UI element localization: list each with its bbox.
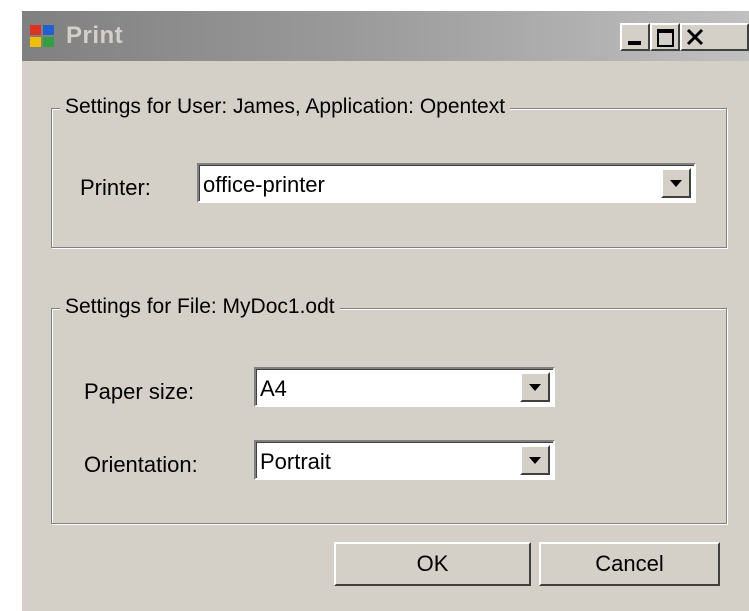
maximize-icon: [657, 29, 674, 47]
ok-button[interactable]: OK: [334, 542, 531, 586]
user-settings-legend: Settings for User: James, Application: O…: [60, 95, 511, 119]
print-dialog: Print Settings for User: James, Applicat…: [22, 11, 749, 611]
title-bar[interactable]: Print: [22, 11, 749, 61]
paper-size-select-value: A4: [260, 376, 287, 401]
chevron-down-icon: [529, 384, 541, 391]
file-settings-group: Settings for File: MyDoc1.odt: [51, 295, 727, 524]
paper-size-label: Paper size:: [84, 379, 195, 404]
printer-label: Printer:: [80, 175, 151, 200]
app-window-icon: [30, 25, 56, 49]
cancel-button[interactable]: Cancel: [539, 542, 720, 586]
paper-size-select[interactable]: A4: [254, 367, 555, 407]
chevron-down-icon: [529, 457, 541, 464]
file-settings-legend: Settings for File: MyDoc1.odt: [60, 295, 340, 319]
maximize-button[interactable]: [650, 23, 680, 51]
orientation-select[interactable]: Portrait: [254, 440, 555, 480]
orientation-select-value: Portrait: [260, 449, 331, 474]
chevron-down-icon: [670, 180, 682, 187]
minimize-button[interactable]: [620, 23, 650, 51]
orientation-label: Orientation:: [84, 452, 198, 477]
printer-select-value: office-printer: [203, 172, 325, 197]
minimize-icon: [628, 41, 641, 45]
printer-select[interactable]: office-printer: [197, 163, 696, 203]
window-title: Print: [66, 22, 124, 49]
close-icon: [686, 28, 704, 46]
printer-dropdown-button[interactable]: [661, 168, 691, 198]
close-button[interactable]: [680, 23, 749, 51]
paper-size-dropdown-button[interactable]: [520, 372, 550, 402]
orientation-dropdown-button[interactable]: [520, 445, 550, 475]
